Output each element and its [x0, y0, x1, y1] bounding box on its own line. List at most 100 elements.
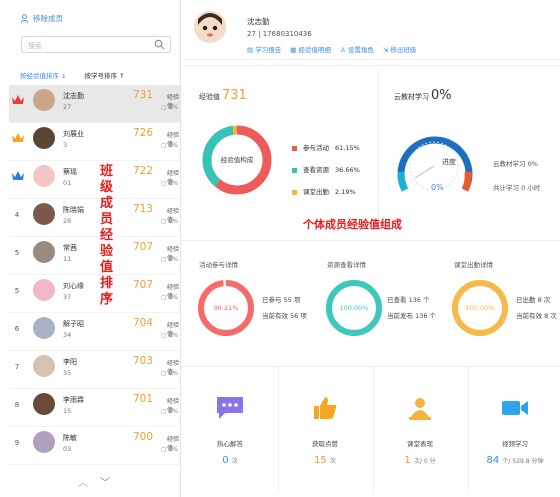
legend-swatch	[292, 189, 297, 195]
cloud-value: 0%	[431, 88, 452, 103]
member-number: 11	[63, 255, 72, 263]
donut-center-label: 经验值构成	[221, 155, 254, 164]
member-points: 731	[133, 89, 154, 101]
resource-stats: 已查看 136 个当前发布 136 个	[387, 296, 437, 320]
member-row[interactable]: 5 常茜 11 707 经验值 ▢ 0%	[9, 237, 180, 275]
search-input[interactable]: 搜索	[21, 36, 171, 53]
member-number: 34	[63, 331, 72, 339]
activity-stats: 已参与 55 项当前有效 56 项	[262, 296, 307, 320]
legend-entry: 查看资源 36.66%	[292, 159, 360, 181]
member-row[interactable]: 沈志勤 27 731 经验值 ▢ 0%	[9, 85, 180, 123]
search-icon[interactable]	[154, 39, 165, 50]
stat-value: 84 个/ 529.8 分钟	[486, 455, 544, 466]
member-number: 15	[63, 407, 72, 415]
profile-header: 沈志勤 27 | 17680310436 ▤ 学习报告 ▦ 经验值明细 ♙ 设置…	[182, 0, 560, 60]
member-number: 3	[63, 141, 68, 149]
member-progress: ▢ 0%	[161, 446, 179, 453]
member-name: 李阳	[63, 358, 77, 366]
member-row[interactable]: 刘展业 3 726 经验值 ▢ 0%	[9, 123, 180, 161]
member-row[interactable]: 4 陈晓娟 26 713 经验值 ▢ 0%	[9, 199, 180, 237]
member-number: 35	[63, 369, 72, 377]
member-row[interactable]: 6 解子昭 34 704 经验值 ▢ 0%	[9, 313, 180, 351]
remove-from-class-link[interactable]: ⇲ 移出班级	[383, 44, 417, 54]
rank-number: 6	[14, 325, 20, 333]
experience-donut: 经验值构成	[202, 125, 272, 195]
member-points: 701	[133, 393, 154, 405]
member-row[interactable]: 蔡瑶 01 722 经验值 ▢ 0%	[9, 161, 180, 199]
member-detail: 沈志勤 27 | 17680310436 ▤ 学习报告 ▦ 经验值明细 ♙ 设置…	[182, 0, 560, 497]
avatar	[33, 431, 55, 453]
avatar	[33, 203, 55, 225]
page-up-button[interactable]: ︿	[78, 474, 88, 489]
member-row[interactable]: 5 刘心缘 37 707 经验值 ▢ 0%	[9, 275, 180, 313]
member-progress: ▢ 0%	[161, 142, 179, 149]
resource-ring: 100.00%	[326, 280, 382, 336]
divider	[182, 366, 560, 367]
rank-number: 5	[14, 249, 20, 257]
member-name: 陈晓娟	[63, 206, 84, 214]
member-progress: ▢ 0%	[161, 256, 179, 263]
avatar	[33, 127, 55, 149]
member-number: 37	[63, 293, 72, 301]
rank-number: 5	[14, 287, 20, 295]
study-report-link[interactable]: ▤ 学习报告	[247, 44, 281, 54]
cloud-stat-progress: 云教材学习 0%	[493, 160, 538, 168]
crown-icon	[12, 171, 24, 180]
avatar	[33, 279, 55, 301]
member-progress: ▢ 0%	[161, 294, 179, 301]
page-down-button[interactable]: ﹀	[100, 474, 110, 489]
member-name: 解子昭	[63, 320, 84, 328]
member-points: 707	[133, 279, 154, 291]
divider	[182, 240, 560, 241]
set-role-link[interactable]: ♙ 设置角色	[340, 44, 374, 54]
avatar	[33, 317, 55, 339]
cloud-title: 云教材学习 0%	[394, 88, 452, 103]
member-points: 703	[133, 355, 154, 367]
ring-percent: 100.00%	[340, 304, 369, 312]
member-name: 常茜	[63, 244, 77, 252]
stat-card: 视频学习 84 个/ 529.8 分钟	[468, 395, 560, 466]
legend-swatch	[292, 167, 297, 173]
ranking-caption: 班级成员经验值排序	[100, 164, 114, 307]
member-name: 李雨霖	[63, 396, 84, 404]
stat-label: 获取点赞	[312, 440, 338, 448]
member-points: 722	[133, 165, 154, 177]
thumbs-up-icon	[310, 395, 340, 421]
stat-value: 0 次	[222, 455, 238, 466]
stat-value: 1 次/ 0 分	[404, 455, 436, 466]
legend-swatch	[292, 145, 297, 151]
ring-percent: 98.21%	[214, 304, 239, 312]
member-number: 27	[63, 103, 72, 111]
member-progress: ▢ 0%	[161, 332, 179, 339]
cloud-gauge: 进度 0%	[397, 136, 473, 192]
attendance-ring: 100.00%	[452, 280, 508, 336]
crown-icon	[12, 95, 24, 104]
member-row[interactable]: 7 李阳 35 703 经验值 ▢ 0%	[9, 351, 180, 389]
member-points: 700	[133, 431, 154, 443]
composition-caption: 个体成员经验值组成	[303, 218, 402, 231]
cloud-label: 云教材学习	[394, 93, 429, 101]
attendance-stats: 已出勤 8 次当前有效 8 次	[516, 296, 557, 320]
member-points: 726	[133, 127, 154, 139]
member-name: 陈敏	[63, 434, 77, 442]
member-row[interactable]: 8 李雨霖 15 701 经验值 ▢ 0%	[9, 389, 180, 427]
person-icon	[20, 14, 29, 23]
experience-detail-link[interactable]: ▦ 经验值明细	[290, 44, 331, 54]
legend-entry: 课堂出勤 2.19%	[292, 181, 360, 203]
member-number: 03	[63, 445, 72, 453]
profile-info: 27 | 17680310436	[247, 30, 312, 38]
stat-label: 视频学习	[502, 440, 528, 448]
member-number: 26	[63, 217, 72, 225]
remove-member-button[interactable]: 移除成员	[20, 13, 63, 24]
member-row[interactable]: 9 陈敏 03 700 经验值 ▢ 0%	[9, 427, 180, 465]
avatar	[33, 165, 55, 187]
pager: ︿ ﹀	[78, 474, 110, 489]
divider	[378, 70, 379, 220]
experience-legend: 参与活动 61.15% 查看资源 36.66% 课堂出勤 2.19%	[292, 137, 360, 203]
video-camera-icon	[500, 395, 530, 421]
stat-card: 热心解答 0 次	[183, 395, 277, 466]
member-points: 704	[133, 317, 154, 329]
sort-by-experience[interactable]: 按经验值排序 ↓	[20, 70, 67, 80]
sort-by-student-id[interactable]: 按学号排序 ↑	[85, 70, 125, 80]
experience-title: 经验值 731	[199, 88, 247, 103]
